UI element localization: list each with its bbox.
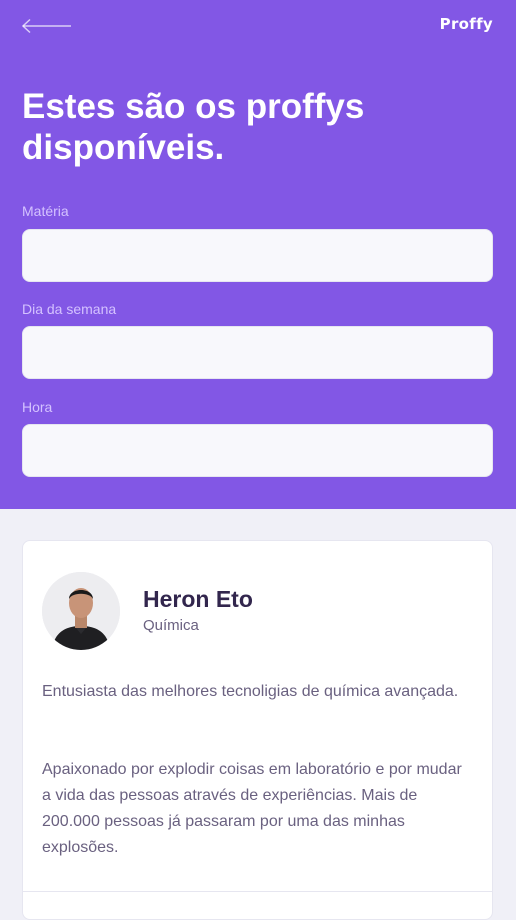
weekday-label: Dia da semana: [22, 301, 117, 317]
time-label: Hora: [22, 399, 53, 415]
page-title: Estes são os proffys disponíveis.: [22, 87, 365, 167]
top-bar: Proffy: [22, 14, 493, 38]
time-input[interactable]: [22, 424, 493, 477]
page-header: Proffy Estes são os proffys disponíveis.…: [0, 0, 516, 509]
teacher-bio-details: Apaixonado por explodir coisas em labora…: [42, 761, 462, 856]
avatar-photo: [42, 572, 120, 650]
logo: Proffy: [439, 15, 493, 33]
teacher-subject: Química: [143, 617, 199, 634]
teacher-name: Heron Eto: [143, 586, 253, 612]
avatar: [42, 572, 120, 650]
weekday-input[interactable]: [22, 326, 493, 379]
subject-input[interactable]: [22, 229, 493, 282]
arrow-left-icon[interactable]: [22, 18, 72, 34]
subject-label: Matéria: [22, 203, 69, 219]
teacher-card: Heron Eto Química Entusiasta das melhore…: [22, 540, 493, 920]
teacher-bio-intro: Entusiasta das melhores tecnoligias de q…: [42, 683, 459, 700]
card-divider: [23, 891, 492, 892]
